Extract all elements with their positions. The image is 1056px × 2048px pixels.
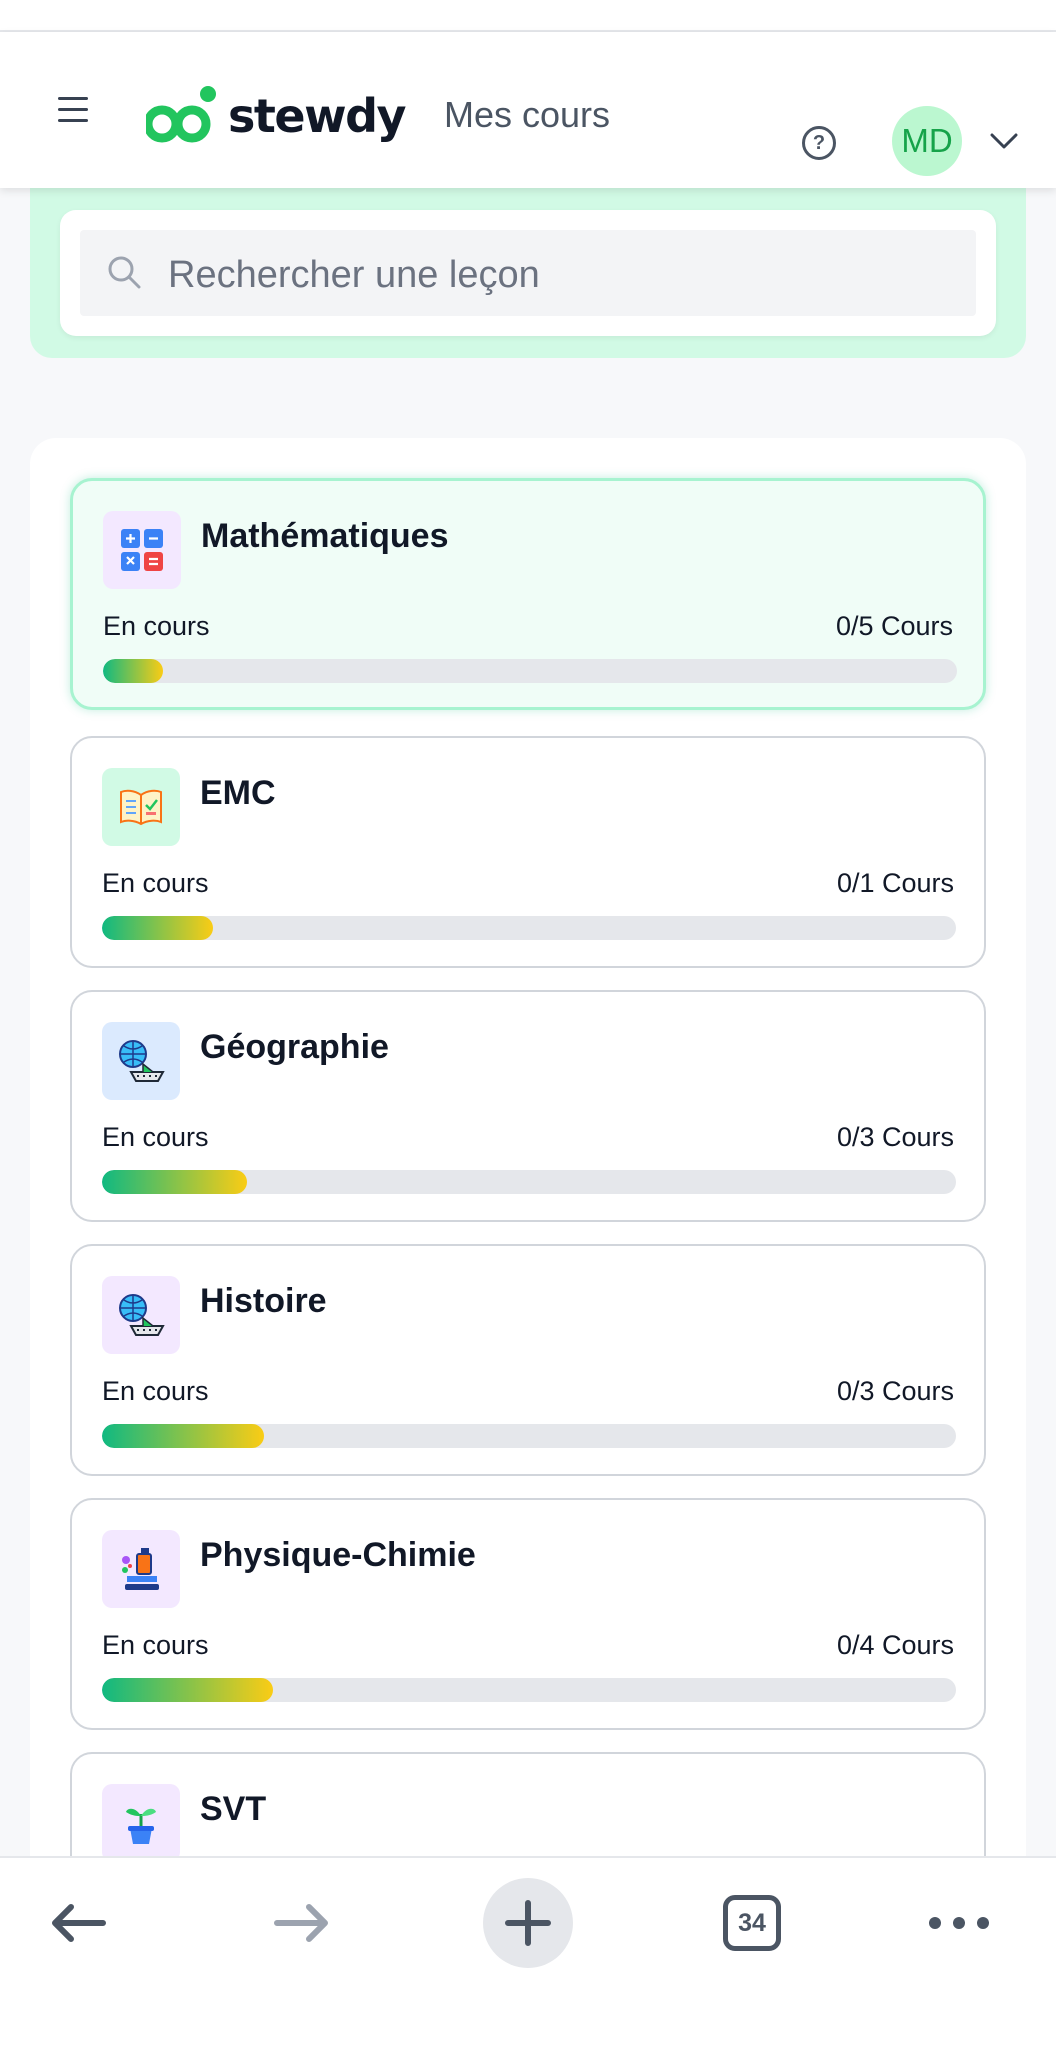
progress-bar	[102, 1170, 956, 1194]
stewdy-logo[interactable]: stewdy	[146, 76, 406, 156]
course-status: En cours	[102, 1376, 209, 1406]
course-name: EMC	[200, 774, 276, 812]
search-input[interactable]: Rechercher une leçon	[80, 230, 976, 316]
search-icon	[108, 256, 141, 289]
chevron-down-icon[interactable]	[988, 128, 1020, 154]
back-arrow-icon[interactable]	[32, 1878, 122, 1968]
course-name: Mathématiques	[201, 517, 449, 555]
app-header: stewdy Mes cours ? MD	[0, 32, 1056, 188]
microscope-icon	[102, 1530, 180, 1608]
avatar[interactable]: MD	[892, 106, 962, 176]
course-count: 0/5 Cours	[835, 611, 953, 641]
progress-bar	[103, 659, 957, 683]
course-name: SVT	[200, 1790, 267, 1828]
forward-arrow-icon[interactable]	[258, 1878, 348, 1968]
course-card-mathematiques[interactable]: Mathématiques En cours 0/5 Cours	[70, 478, 986, 710]
course-status: En cours	[102, 1630, 209, 1660]
course-card-geographie[interactable]: Géographie En cours 0/3 Cours	[70, 990, 986, 1222]
search-placeholder: Rechercher une leçon	[168, 254, 540, 296]
course-name: Géographie	[200, 1028, 389, 1066]
stewdy-logo-mark-icon	[146, 86, 216, 143]
logo-text: stewdy	[228, 89, 406, 143]
course-name: Physique-Chimie	[200, 1536, 476, 1574]
course-count: 0/4 Cours	[836, 1630, 954, 1660]
globe-ship-icon	[102, 1276, 180, 1354]
progress-fill	[102, 916, 214, 940]
progress-bar	[102, 1424, 956, 1448]
more-icon[interactable]	[914, 1878, 1004, 1968]
progress-fill	[102, 1678, 273, 1702]
help-icon[interactable]: ?	[802, 126, 836, 160]
tab-count: 34	[723, 1895, 781, 1951]
page-title: Mes cours	[444, 94, 611, 135]
open-book-icon	[102, 768, 180, 846]
status-strip	[0, 0, 1056, 32]
course-count: 0/1 Cours	[836, 868, 954, 898]
globe-ship-icon	[102, 1022, 180, 1100]
progress-fill	[102, 1170, 248, 1194]
progress-bar	[102, 916, 956, 940]
course-card-emc[interactable]: EMC En cours 0/1 Cours	[70, 736, 986, 968]
calculator-icon	[103, 511, 181, 589]
course-name: Histoire	[200, 1282, 327, 1320]
search-card: Rechercher une leçon	[60, 210, 996, 336]
course-status: En cours	[103, 611, 210, 641]
courses-panel: Mathématiques En cours 0/5 Cours EMC En …	[30, 438, 1026, 1984]
course-card-physique-chimie[interactable]: Physique-Chimie En cours 0/4 Cours	[70, 1498, 986, 1730]
new-tab-plus-icon[interactable]	[483, 1878, 573, 1968]
course-count: 0/3 Cours	[836, 1376, 954, 1406]
progress-bar	[102, 1678, 956, 1702]
course-status: En cours	[102, 868, 209, 898]
hamburger-menu-icon[interactable]	[52, 88, 96, 132]
progress-fill	[102, 1424, 265, 1448]
course-count: 0/3 Cours	[836, 1122, 954, 1152]
browser-bottom-toolbar: 34	[0, 1856, 1056, 2048]
tabs-icon[interactable]: 34	[707, 1878, 797, 1968]
plant-icon	[102, 1784, 180, 1862]
course-status: En cours	[102, 1122, 209, 1152]
search-panel: Rechercher une leçon	[30, 160, 1026, 358]
progress-fill	[103, 659, 163, 683]
help-glyph: ?	[812, 131, 826, 154]
course-card-histoire[interactable]: Histoire En cours 0/3 Cours	[70, 1244, 986, 1476]
